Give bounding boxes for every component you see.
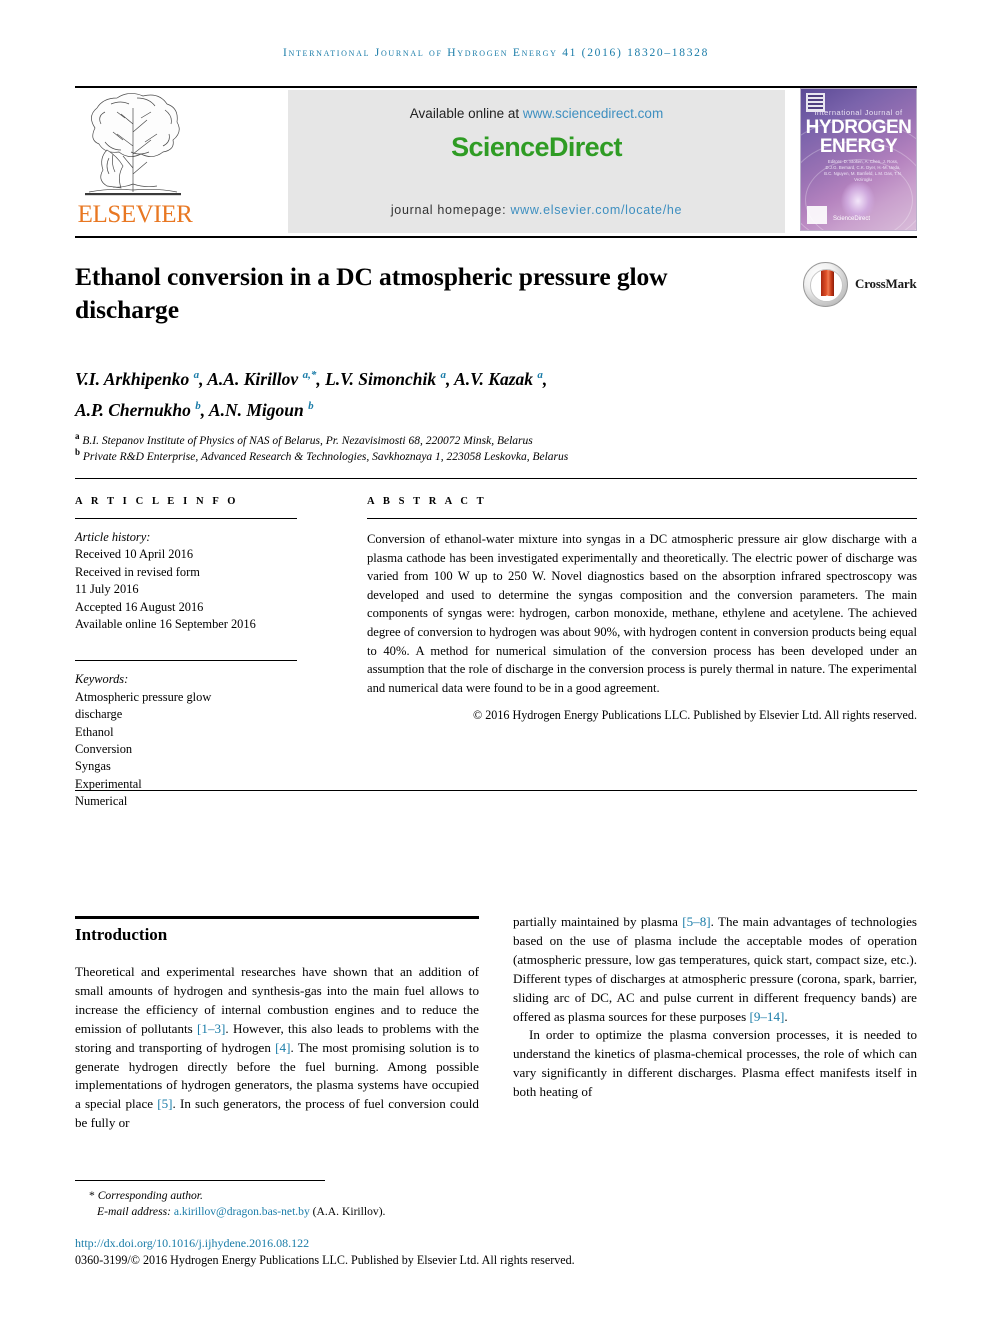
article-received: Received 10 April 2016 xyxy=(75,547,194,562)
intro-paragraph-right-2: In order to optimize the plasma conversi… xyxy=(513,1027,917,1100)
footnote-block: * Corresponding author. E-mail address: … xyxy=(75,1188,695,1219)
elsevier-wordmark: ELSEVIER xyxy=(77,201,193,228)
divider-under-masthead xyxy=(75,236,917,238)
email-line: E-mail address: a.kirillov@dragon.bas-ne… xyxy=(75,1204,695,1220)
masthead: ELSEVIER Available online at www.science… xyxy=(75,88,917,233)
doi-link[interactable]: http://dx.doi.org/10.1016/j.ijhydene.201… xyxy=(75,1236,695,1251)
email-owner: (A.A. Kirillov). xyxy=(309,1204,386,1218)
cover-glow-decor xyxy=(841,181,875,221)
corresponding-author-label: Corresponding author. xyxy=(97,1189,203,1202)
page-title: Ethanol conversion in a DC atmospheric p… xyxy=(75,262,668,324)
cover-title-line1: International Journal of xyxy=(814,108,903,117)
journal-homepage-line: journal homepage: www.elsevier.com/locat… xyxy=(288,203,785,217)
keyword-item: Ethanol xyxy=(75,724,114,739)
journal-homepage-label: journal homepage: xyxy=(390,203,511,217)
keyword-item: Numerical xyxy=(75,794,128,809)
divider-above-info xyxy=(75,478,917,479)
available-online-label: Available online at xyxy=(409,106,523,121)
article-history-block: Article history: Received 10 April 2016 … xyxy=(75,529,297,633)
crossmark-label: CrossMark xyxy=(855,276,917,291)
sciencedirect-banner: Available online at www.sciencedirect.co… xyxy=(288,90,785,233)
affiliation-b-text: Private R&D Enterprise, Advanced Researc… xyxy=(82,450,569,463)
sciencedirect-logo-direct: Direct xyxy=(548,132,623,162)
keyword-item: Conversion xyxy=(75,742,133,757)
article-available-online: Available online 16 September 2016 xyxy=(75,617,256,632)
affiliation-b: b Private R&D Enterprise, Advanced Resea… xyxy=(75,447,569,463)
crossmark-icon xyxy=(803,262,848,307)
article-info-column: A R T I C L E I N F O Article history: R… xyxy=(75,496,297,811)
article-history-label: Article history: xyxy=(75,530,151,544)
cover-sciencedirect-label: ScienceDirect xyxy=(833,216,871,222)
abstract-underline xyxy=(367,518,917,519)
intro-paragraph-right-1: partially maintained by plasma [5–8]. Th… xyxy=(513,913,917,1026)
article-info-underline xyxy=(75,518,297,519)
running-head: International Journal of Hydrogen Energy… xyxy=(282,47,710,59)
citation-ref[interactable]: [1–3] xyxy=(197,1021,225,1036)
keywords-divider xyxy=(75,660,297,662)
keyword-item: Atmospheric pressure glow xyxy=(75,689,212,704)
abstract-copyright: © 2016 Hydrogen Energy Publications LLC.… xyxy=(473,708,917,723)
body-column-left: Theoretical and experimental researches … xyxy=(75,963,479,1133)
author-list: V.I. Arkhipenko a, A.A. Kirillov a,*, L.… xyxy=(75,362,875,424)
elsevier-tree-icon xyxy=(85,93,181,196)
introduction-rule xyxy=(75,916,479,919)
citation-ref[interactable]: [4] xyxy=(275,1040,290,1055)
keyword-item: discharge xyxy=(75,707,123,722)
footnote-divider xyxy=(75,1180,325,1181)
citation-ref[interactable]: [5] xyxy=(157,1096,172,1111)
email-link[interactable]: a.kirillov@dragon.bas-net.by xyxy=(174,1205,310,1218)
corresponding-author-line: * Corresponding author. xyxy=(75,1188,695,1204)
intro-right-text-a: partially maintained by plasma xyxy=(513,914,683,929)
journal-cover-image: International Journal of HYDROGEN ENERGY… xyxy=(800,88,917,231)
sciencedirect-url[interactable]: www.sciencedirect.com xyxy=(523,106,663,121)
intro-right-text-b: . The main advantages of technologies ba… xyxy=(513,914,917,1024)
issn-copyright-line: 0360-3199/© 2016 Hydrogen Energy Publica… xyxy=(75,1253,575,1267)
paper-page: International Journal of Hydrogen Energy… xyxy=(0,0,992,1323)
cover-publisher-badge-icon xyxy=(807,206,827,224)
journal-homepage-url[interactable]: www.elsevier.com/locate/he xyxy=(510,203,682,217)
email-label: E-mail address: xyxy=(97,1204,174,1218)
crossmark-ribbon-shape xyxy=(821,270,834,301)
crossmark-badge[interactable]: CrossMark xyxy=(803,262,918,308)
keyword-item: Syngas xyxy=(75,759,111,774)
sciencedirect-logo[interactable]: ScienceDirect xyxy=(288,132,785,163)
author-line-2: A.P. Chernukho b, A.N. Migoun b xyxy=(75,399,314,420)
introduction-heading: Introduction xyxy=(75,925,168,944)
cover-editors-list: Editors: D. Stolten, A. Chen, J. Ross, D… xyxy=(824,159,902,182)
available-online-line: Available online at www.sciencedirect.co… xyxy=(288,106,785,121)
divider-below-abstract xyxy=(75,790,917,791)
intro-right-text-c: . xyxy=(784,1008,788,1024)
article-accepted: Accepted 16 August 2016 xyxy=(75,599,204,614)
abstract-heading: A B S T R A C T xyxy=(367,496,487,507)
article-info-heading: A R T I C L E I N F O xyxy=(75,496,239,507)
article-revised-label: Received in revised form xyxy=(75,564,200,579)
corresponding-marker: * xyxy=(89,1189,95,1202)
crossmark-icon-inner xyxy=(810,269,843,302)
cover-title-line3: ENERGY xyxy=(819,136,898,157)
intro-paragraph-left: Theoretical and experimental researches … xyxy=(75,963,479,1133)
keywords-label: Keywords: xyxy=(75,672,129,687)
sciencedirect-logo-science: Science xyxy=(451,132,549,162)
citation-ref[interactable]: [5–8] xyxy=(682,914,710,929)
body-column-right: partially maintained by plasma [5–8]. Th… xyxy=(513,913,917,1102)
article-revised-date: 11 July 2016 xyxy=(75,582,139,597)
author-line-1: V.I. Arkhipenko a, A.A. Kirillov a,*, L.… xyxy=(75,368,548,389)
abstract-text: Conversion of ethanol-water mixture into… xyxy=(367,532,917,695)
keywords-block: Keywords: Atmospheric pressure glow disc… xyxy=(75,660,297,810)
elsevier-logo: ELSEVIER xyxy=(75,88,195,233)
citation-ref[interactable]: [9–14] xyxy=(749,1009,784,1024)
abstract-column: A B S T R A C T Conversion of ethanol-wa… xyxy=(367,496,917,723)
